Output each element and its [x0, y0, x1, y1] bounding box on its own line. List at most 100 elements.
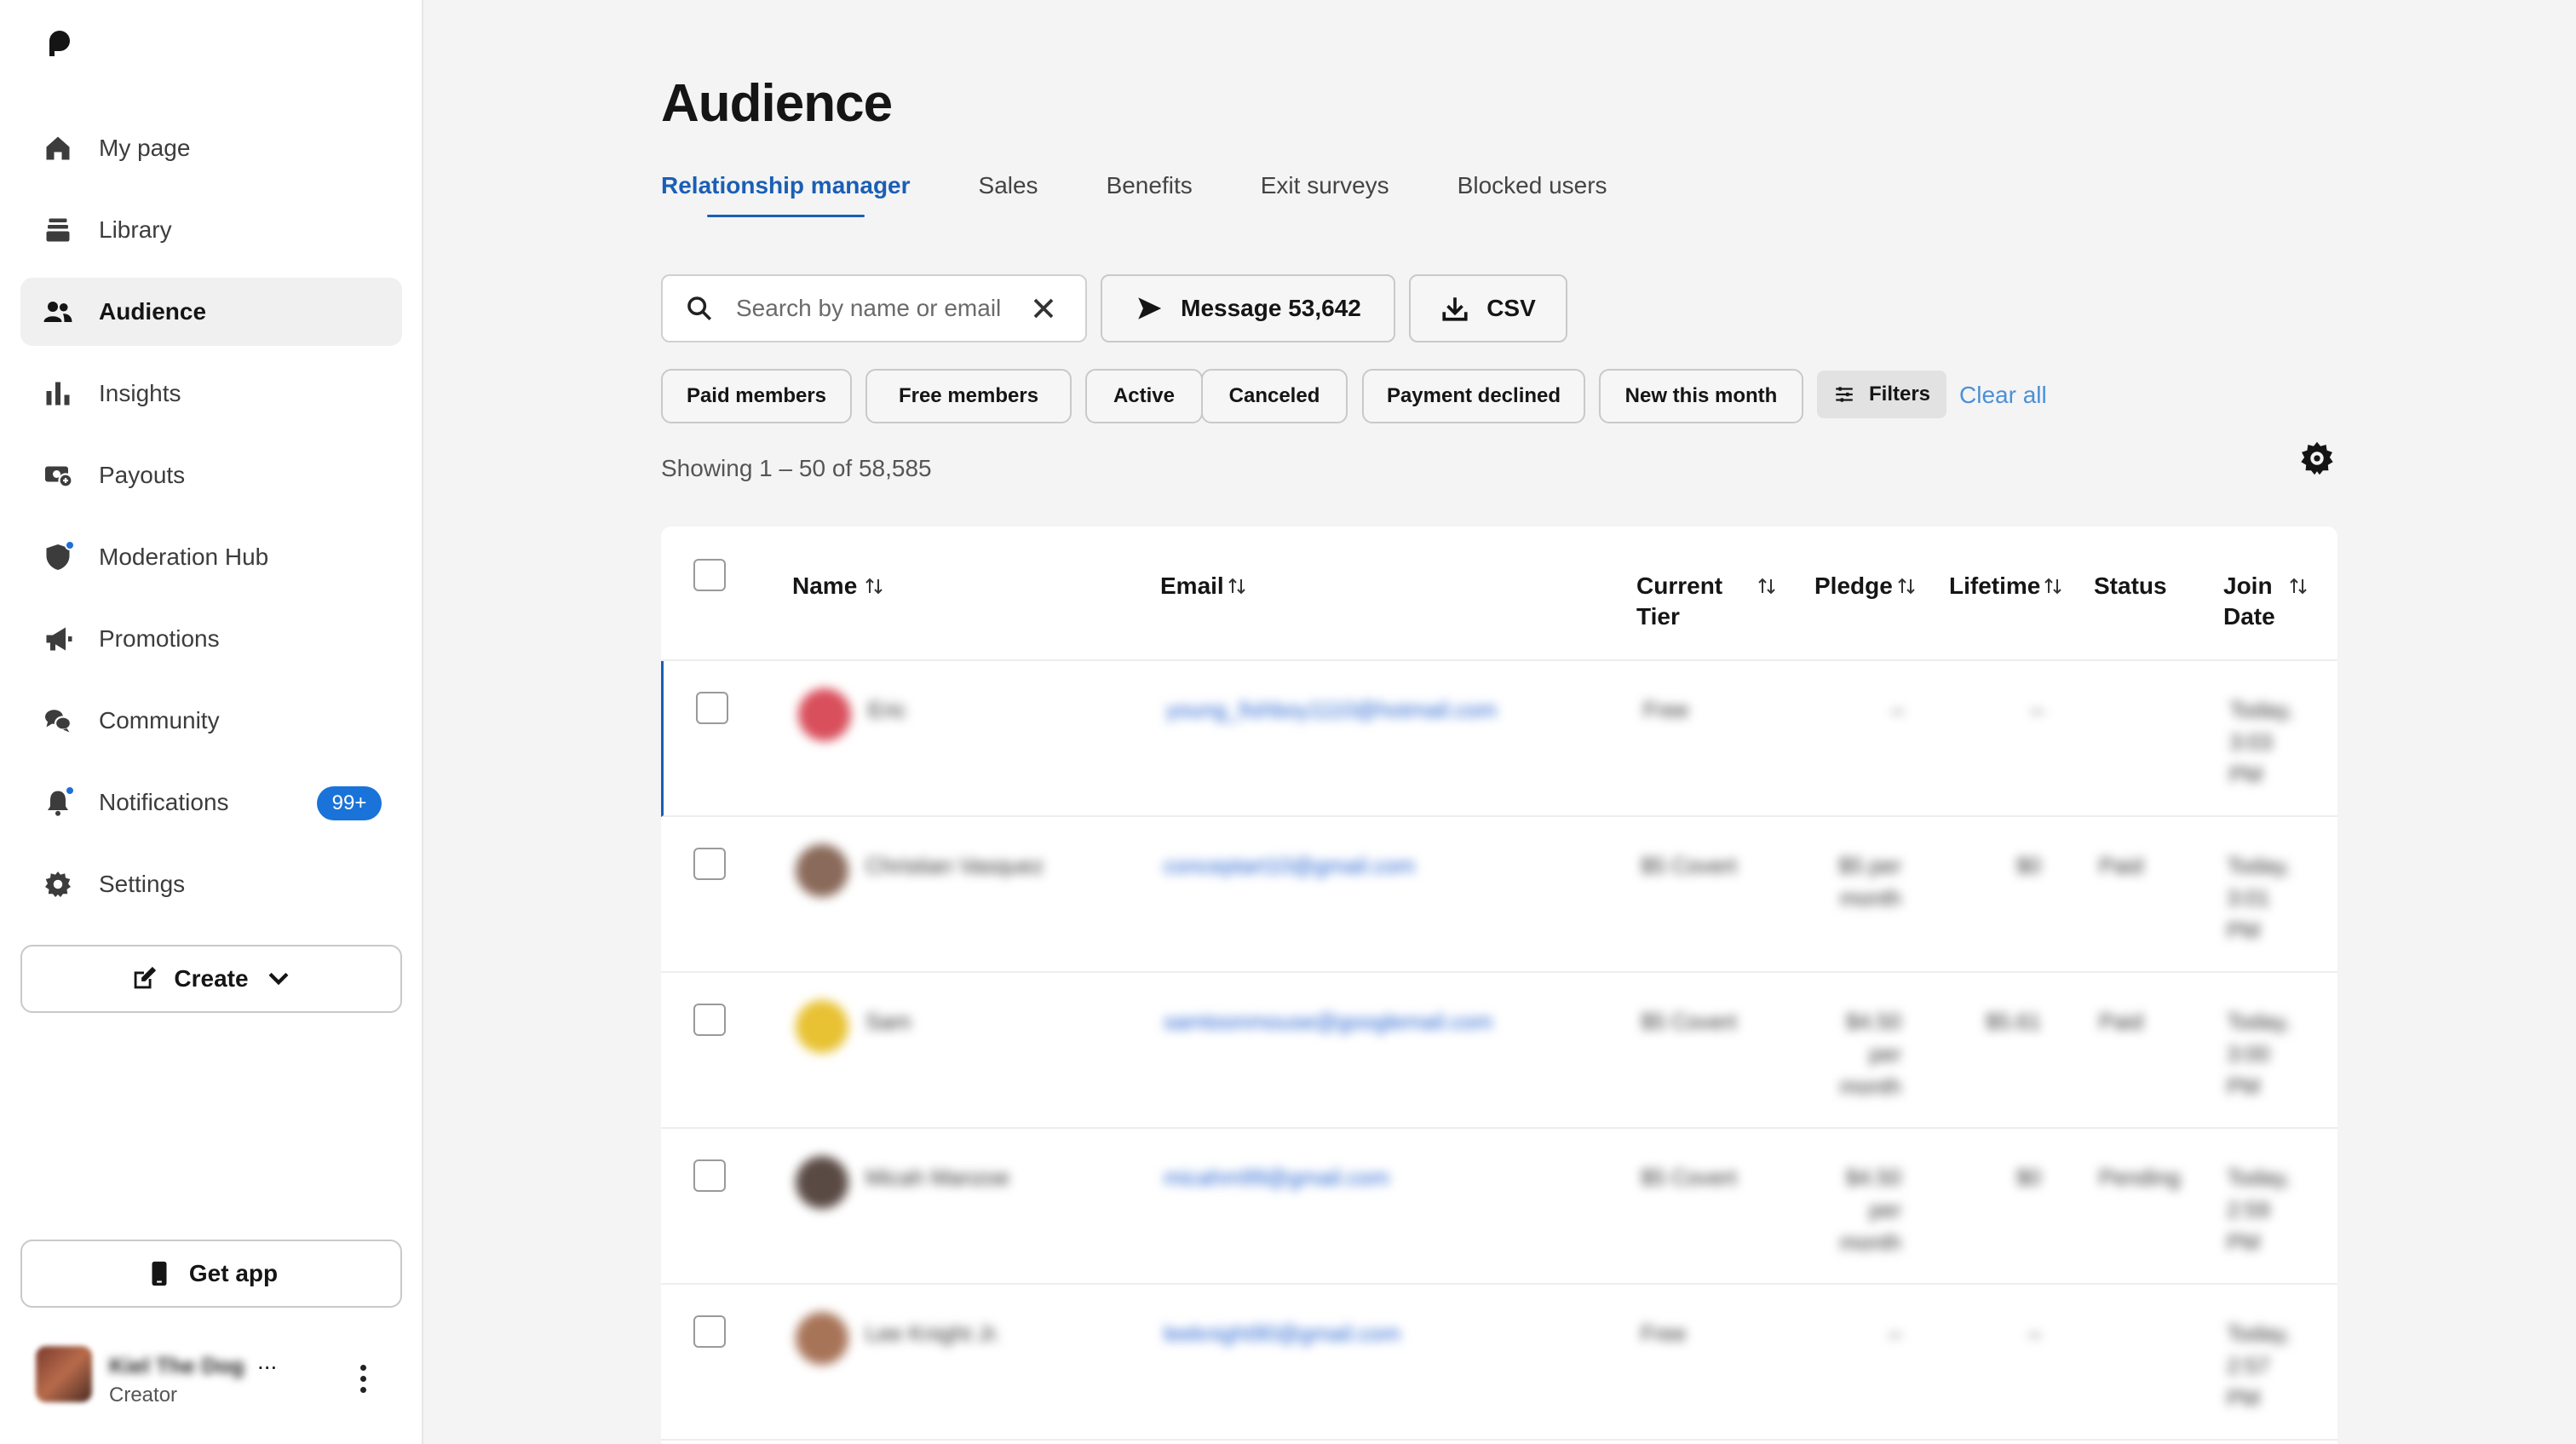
sort-icon[interactable] [2288, 576, 2309, 596]
member-name[interactable]: Micah Manzoe [865, 1161, 1009, 1194]
tab-exit-surveys[interactable]: Exit surveys [1261, 170, 1389, 221]
sidebar-item-payouts[interactable]: Payouts [20, 441, 402, 509]
sidebar-item-my-page[interactable]: My page [20, 114, 402, 182]
column-header-current-tier[interactable]: Current Tier [1636, 571, 1722, 632]
column-header-join-date-line1: Join [2223, 572, 2273, 599]
column-header-lifetime[interactable]: Lifetime [1949, 571, 2040, 601]
chip-free-members[interactable]: Free members [865, 369, 1072, 423]
row-checkbox[interactable] [696, 692, 728, 724]
table-row[interactable]: Sam samtoonmouse@googlemail.com $5 Covert $… [661, 973, 2337, 1129]
member-status: Pending [2099, 1165, 2181, 1190]
chip-payment-declined[interactable]: Payment declined [1362, 369, 1585, 423]
clear-all-link[interactable]: Clear all [1959, 382, 2047, 409]
csv-export-button[interactable]: CSV [1409, 274, 1567, 342]
member-name[interactable]: Sam [865, 1005, 911, 1038]
tab-benefits[interactable]: Benefits [1107, 170, 1193, 221]
sidebar-item-library[interactable]: Library [20, 196, 402, 264]
member-email[interactable]: conceptart10@gmail.com [1164, 849, 1415, 882]
tab-blocked-users[interactable]: Blocked users [1458, 170, 1607, 221]
sort-icon[interactable] [1757, 576, 1777, 596]
create-button[interactable]: Create [20, 945, 402, 1013]
table-row[interactable]: Lee Knight Jr. leeknight90@gmail.com Free –… [661, 1285, 2337, 1441]
table-settings-gear-icon[interactable] [2298, 440, 2336, 477]
bar-chart-icon [41, 377, 75, 411]
sidebar-nav: My page Library Audience Insights Payout… [20, 114, 402, 932]
close-icon[interactable] [1031, 296, 1056, 321]
member-email[interactable]: micahm99@gmail.com [1164, 1161, 1389, 1194]
search-input[interactable] [736, 295, 1017, 322]
member-join-date: Today, 3:01 PM [2227, 853, 2291, 943]
table-row[interactable]: Micah Manzoe micahm99@gmail.com $5 Covert $… [661, 1129, 2337, 1285]
member-join-date: Today, 2:59 PM [2227, 1165, 2291, 1255]
member-tier: $5 Covert [1641, 1009, 1737, 1034]
column-header-name[interactable]: Name [792, 571, 857, 601]
message-button[interactable]: Message 53,642 [1101, 274, 1395, 342]
column-header-current-tier-line2: Tier [1636, 603, 1680, 630]
tab-sales[interactable]: Sales [979, 170, 1038, 221]
column-header-pledge[interactable]: Pledge [1814, 571, 1893, 601]
sidebar-item-audience[interactable]: Audience [20, 278, 402, 346]
member-lifetime: $5.61 [1985, 1009, 2041, 1034]
member-pledge: $4.50 per month [1839, 1165, 1901, 1255]
results-count: Showing 1 – 50 of 58,585 [661, 455, 932, 481]
tab-relationship-manager[interactable]: Relationship manager [661, 170, 911, 221]
avatar [36, 1346, 92, 1402]
member-status: Paid [2099, 1009, 2144, 1034]
select-all-checkbox[interactable] [693, 559, 726, 591]
get-app-button[interactable]: Get app [20, 1240, 402, 1308]
member-email[interactable]: young_fishboy1110@hotmail.com [1166, 693, 1497, 726]
column-header-join-date-line2: Date [2223, 603, 2275, 630]
chip-new-this-month[interactable]: New this month [1599, 369, 1803, 423]
sort-icon[interactable] [864, 576, 884, 596]
message-button-label: Message 53,642 [1181, 295, 1361, 321]
member-pledge: $5 per month [1838, 853, 1901, 911]
sort-icon[interactable] [1227, 576, 1247, 596]
bell-icon [41, 785, 75, 820]
column-header-email[interactable]: Email [1160, 571, 1224, 601]
sidebar-item-notifications[interactable]: Notifications 99+ [20, 768, 402, 837]
column-header-status[interactable]: Status [2094, 571, 2167, 601]
payout-icon [41, 458, 75, 492]
kebab-menu-icon[interactable] [358, 1365, 368, 1394]
sidebar-item-settings[interactable]: Settings [20, 850, 402, 918]
chat-bubbles-icon [41, 704, 75, 738]
shield-icon [41, 540, 75, 574]
row-checkbox[interactable] [693, 1004, 726, 1036]
megaphone-icon [41, 622, 75, 656]
chevron-down-icon [268, 972, 288, 986]
sidebar-item-community[interactable]: Community [20, 687, 402, 755]
member-email[interactable]: leeknight90@gmail.com [1164, 1317, 1400, 1349]
member-lifetime: – [2028, 1320, 2041, 1346]
member-email[interactable]: samtoonmouse@googlemail.com [1164, 1005, 1492, 1038]
patreon-logo-icon[interactable] [43, 26, 77, 60]
column-header-join-date[interactable]: Join Date [2223, 571, 2275, 632]
row-checkbox[interactable] [693, 848, 726, 880]
notification-dot [65, 785, 75, 796]
create-button-label: Create [174, 965, 249, 992]
sidebar-item-moderation-hub[interactable]: Moderation Hub [20, 523, 402, 591]
row-checkbox[interactable] [693, 1159, 726, 1192]
people-icon [41, 295, 75, 329]
chip-paid-members[interactable]: Paid members [661, 369, 852, 423]
sort-icon[interactable] [2043, 576, 2063, 596]
chip-canceled[interactable]: Canceled [1201, 369, 1348, 423]
member-name[interactable]: Christian Vasquez [865, 849, 1044, 882]
avatar [796, 1312, 848, 1365]
sidebar-item-promotions[interactable]: Promotions [20, 605, 402, 673]
table-row[interactable]: Eric young_fishboy1110@hotmail.com Free – – T… [661, 661, 2337, 817]
filters-button[interactable]: Filters [1817, 371, 1946, 418]
profile-menu[interactable]: Kiel The Dog ... Creator [31, 1341, 388, 1418]
member-name[interactable]: Lee Knight Jr. [865, 1317, 1001, 1349]
chip-active[interactable]: Active [1085, 369, 1203, 423]
member-pledge: $4.50 per month [1839, 1009, 1901, 1099]
sidebar-item-insights[interactable]: Insights [20, 360, 402, 428]
sort-icon[interactable] [1896, 576, 1917, 596]
member-name[interactable]: Eric [868, 693, 906, 726]
table-row[interactable]: Christian Vasquez conceptart10@gmail.com $… [661, 817, 2337, 973]
sidebar-item-label: Insights [99, 380, 181, 406]
members-table: Name Email Current Tier Pledge Lifetime … [661, 526, 2337, 1444]
row-checkbox[interactable] [693, 1315, 726, 1348]
avatar [796, 1000, 848, 1053]
profile-name: Kiel The Dog [109, 1353, 244, 1378]
member-lifetime: $0 [2016, 853, 2041, 878]
